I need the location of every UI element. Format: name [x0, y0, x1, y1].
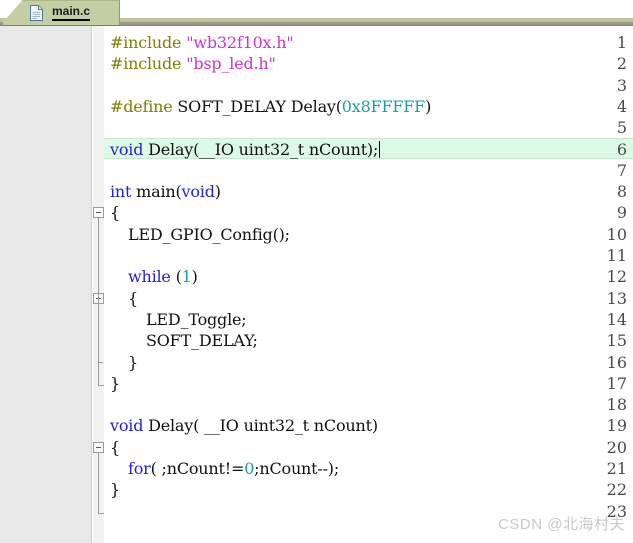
code-line[interactable]: {: [110, 437, 120, 458]
code-token-def: ( ;nCount!=: [150, 459, 245, 478]
line-number: 17: [606, 373, 627, 393]
code-token-pre: #include: [110, 33, 182, 52]
code-editor-window: main.c 1 2 3 4 5 6 7 8 9 10 11 12 13 14 15 16 17 18 19 20 21…: [0, 0, 633, 543]
line-number: 12: [606, 267, 627, 287]
tab-main-c[interactable]: main.c: [22, 0, 120, 25]
line-number: 9: [616, 203, 627, 223]
code-line[interactable]: }: [128, 352, 138, 373]
line-number: 2: [616, 54, 627, 74]
code-line[interactable]: void Delay( __IO uint32_t nCount): [110, 415, 378, 436]
code-token-def: }: [110, 480, 120, 500]
code-token-num: 0: [244, 459, 255, 478]
line-number: 14: [606, 309, 627, 329]
code-line[interactable]: {: [128, 288, 138, 309]
line-number: 10: [606, 224, 627, 244]
code-token-def: }: [128, 352, 138, 372]
tab-label: main.c: [52, 5, 91, 21]
code-line[interactable]: SOFT_DELAY;: [146, 330, 258, 351]
code-token-def: ;nCount--);: [254, 459, 340, 478]
code-line[interactable]: #define SOFT_DELAY Delay(0x8FFFFF): [110, 96, 431, 117]
line-number: 15: [606, 331, 627, 351]
line-number: 18: [606, 395, 627, 415]
code-token-kw: while: [128, 267, 171, 287]
tab-bar: main.c: [0, 0, 633, 25]
code-token-num: 1: [181, 267, 192, 287]
code-token-kw: int: [110, 182, 132, 202]
code-token-def: ): [191, 267, 198, 287]
line-number: 13: [606, 288, 627, 308]
code-token-def: SOFT_DELAY Delay(: [172, 96, 342, 116]
line-number: 5: [616, 118, 627, 138]
code-token-num: 0x8FFFFF: [341, 96, 426, 116]
line-number: 20: [606, 437, 627, 457]
fold-end-marker: [98, 384, 104, 386]
line-number: 3: [616, 75, 627, 95]
line-number: 11: [606, 246, 627, 265]
code-line[interactable]: {: [110, 202, 120, 223]
line-number: 6: [616, 139, 627, 159]
fold-collapse-box[interactable]: [93, 207, 104, 219]
code-token-def: main(: [131, 182, 182, 202]
fold-connector-line: [98, 452, 99, 513]
code-token-def: {: [110, 437, 120, 457]
code-line[interactable]: }: [110, 373, 120, 394]
code-token-def: ): [214, 182, 221, 202]
code-line[interactable]: #include "bsp_led.h": [110, 53, 276, 74]
line-number: 22: [606, 480, 627, 500]
code-token-kw: void: [181, 182, 215, 202]
line-number-gutter[interactable]: [0, 26, 92, 543]
code-token-def: LED_GPIO_Config();: [128, 224, 290, 244]
text-caret: [379, 140, 380, 158]
code-line[interactable]: void Delay(__IO uint32_t nCount);: [110, 139, 378, 160]
code-token-str: "bsp_led.h": [186, 54, 276, 74]
line-number: 19: [606, 416, 627, 436]
code-token-def: }: [110, 373, 120, 393]
line-number: 1: [616, 33, 627, 52]
document-icon: [30, 5, 43, 21]
code-line[interactable]: int main(void): [110, 181, 221, 202]
line-number: 7: [616, 160, 627, 180]
code-token-def: SOFT_DELAY;: [146, 331, 258, 351]
code-token-pre: #include: [110, 54, 182, 74]
code-line[interactable]: for( ;nCount!=0;nCount--);: [128, 458, 339, 479]
code-token-str: "wb32f10x.h": [186, 33, 294, 52]
code-token-def: {: [110, 203, 120, 223]
code-token-def: LED_Toggle;: [146, 309, 247, 329]
line-number: 4: [616, 96, 627, 116]
code-line[interactable]: LED_GPIO_Config();: [128, 224, 290, 245]
line-number: 21: [606, 459, 627, 478]
code-token-kw: void: [110, 139, 144, 159]
code-token-def: (: [170, 267, 182, 287]
code-token-def: ): [425, 96, 432, 116]
code-line[interactable]: #include "wb32f10x.h": [110, 32, 294, 53]
line-number: 16: [606, 352, 627, 372]
fold-end-marker: [98, 512, 104, 514]
code-token-def: Delay(__IO uint32_t nCount);: [143, 139, 379, 159]
code-token-kw: for: [128, 459, 151, 478]
watermark: CSDN @北海村夫: [498, 516, 625, 533]
fold-connector-line: [98, 303, 99, 364]
editor-pane[interactable]: 1 2 3 4 5 6 7 8 9 10 11 12 13 14 15 16 17 18 19 20 21 22 23 #i…: [0, 25, 633, 543]
code-token-def: Delay( __IO uint32_t nCount): [143, 416, 378, 436]
line-number: 8: [616, 182, 627, 202]
code-token-def: {: [128, 288, 138, 308]
code-token-kw: void: [110, 416, 144, 436]
code-line[interactable]: while (1): [128, 266, 198, 287]
code-line[interactable]: }: [110, 479, 120, 500]
fold-collapse-box[interactable]: [93, 441, 104, 453]
code-token-pre: #define: [110, 96, 173, 116]
code-line[interactable]: LED_Toggle;: [146, 309, 247, 330]
